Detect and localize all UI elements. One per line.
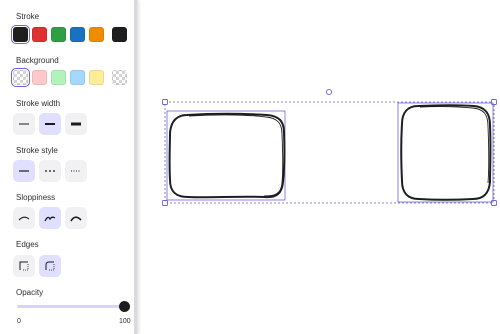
resize-handle-bottom-right[interactable] <box>491 200 497 206</box>
stroke-color-black[interactable] <box>11 25 30 44</box>
background-color-yellow[interactable] <box>89 70 104 85</box>
stroke-width-row <box>13 113 91 135</box>
stroke-style-row <box>13 160 91 182</box>
line-dashed-icon <box>45 170 55 172</box>
sloppiness-row <box>13 207 91 229</box>
properties-panel: Stroke Background Stroke width Stroke st… <box>0 0 138 334</box>
stroke-width-title: Stroke width <box>16 99 61 108</box>
stroke-style-dashed-button[interactable] <box>39 160 61 182</box>
opacity-slider-track[interactable] <box>17 305 125 308</box>
artist-icon <box>44 216 56 222</box>
background-title: Background <box>16 56 59 65</box>
sloppiness-architect-button[interactable] <box>13 207 35 229</box>
stroke-color-blue[interactable] <box>70 27 85 42</box>
cartoonist-icon <box>70 216 82 222</box>
stroke-color-orange[interactable] <box>89 27 104 42</box>
edges-round-button[interactable] <box>39 255 61 277</box>
resize-handle-top-left[interactable] <box>162 99 168 105</box>
shape-2-rectangle[interactable] <box>400 104 492 201</box>
stroke-color-green[interactable] <box>51 27 66 42</box>
architect-icon <box>18 216 30 221</box>
line-extra-bold-icon <box>71 122 81 126</box>
round-corner-icon <box>45 261 55 271</box>
stroke-title: Stroke <box>16 12 40 21</box>
edges-sharp-button[interactable] <box>13 255 35 277</box>
shape-1-selection-box <box>166 110 286 201</box>
edges-row <box>13 255 65 277</box>
stroke-width-thin-button[interactable] <box>13 113 35 135</box>
line-thin-icon <box>19 123 29 125</box>
resize-handle-bottom-left[interactable] <box>162 200 168 206</box>
stroke-color-red[interactable] <box>32 27 47 42</box>
stroke-width-extra-bold-button[interactable] <box>65 113 87 135</box>
line-solid-icon <box>19 170 29 172</box>
stroke-style-title: Stroke style <box>16 146 58 155</box>
line-dotted-icon <box>71 170 81 172</box>
background-color-row <box>11 68 108 87</box>
group-selection-box <box>164 101 495 204</box>
shape-1-rectangle[interactable] <box>168 112 286 199</box>
drawing-canvas[interactable] <box>139 0 500 334</box>
panel-scrollbar[interactable] <box>134 0 137 334</box>
opacity-max-label: 100 <box>119 318 131 325</box>
stroke-style-dotted-button[interactable] <box>65 160 87 182</box>
edges-title: Edges <box>16 240 39 249</box>
stroke-style-solid-button[interactable] <box>13 160 35 182</box>
stroke-width-bold-button[interactable] <box>39 113 61 135</box>
background-color-transparent[interactable] <box>11 68 30 87</box>
shape-2-sketch-stroke <box>419 106 490 184</box>
stroke-current-color[interactable] <box>112 27 127 42</box>
background-current-color[interactable] <box>112 70 127 85</box>
shape-2-selection-box <box>397 102 494 203</box>
rotation-handle[interactable] <box>325 88 333 96</box>
sharp-corner-icon <box>19 261 29 271</box>
sloppiness-cartoonist-button[interactable] <box>65 207 87 229</box>
opacity-slider-thumb[interactable] <box>119 301 130 312</box>
resize-handle-top-right[interactable] <box>491 99 497 105</box>
stroke-color-row <box>11 25 108 44</box>
sloppiness-title: Sloppiness <box>16 193 56 202</box>
opacity-min-label: 0 <box>17 318 21 325</box>
background-color-blue[interactable] <box>70 70 85 85</box>
line-bold-icon <box>45 123 55 125</box>
background-color-pink[interactable] <box>32 70 47 85</box>
shape-1-sketch-stroke <box>188 114 284 197</box>
opacity-title: Opacity <box>16 288 44 297</box>
background-color-green[interactable] <box>51 70 66 85</box>
sloppiness-artist-button[interactable] <box>39 207 61 229</box>
